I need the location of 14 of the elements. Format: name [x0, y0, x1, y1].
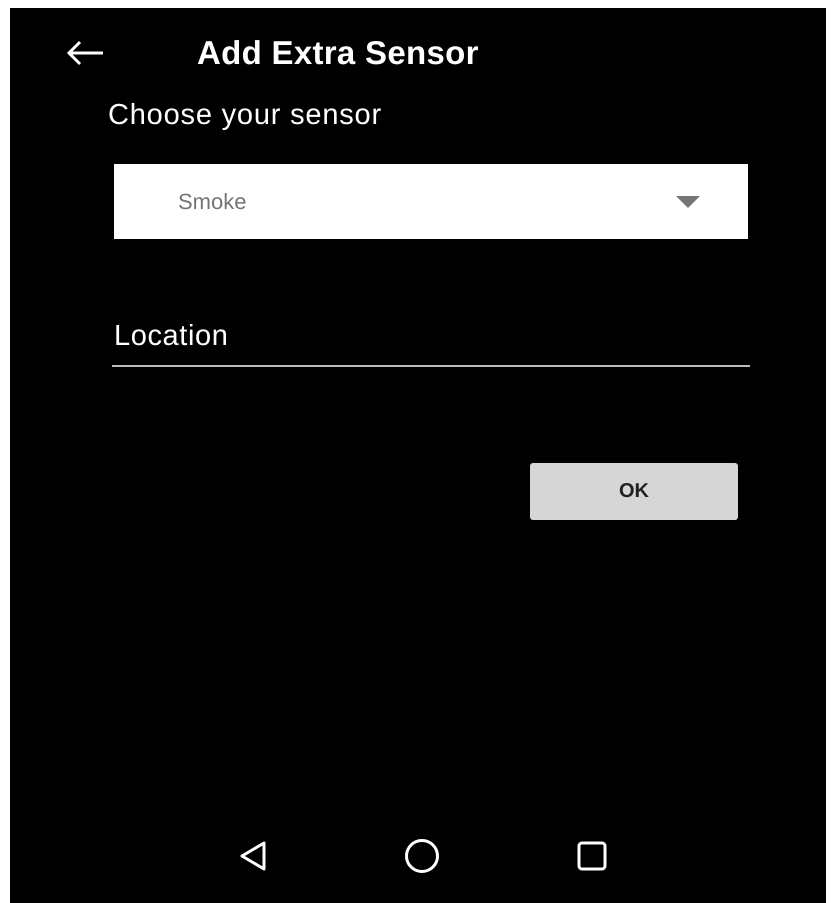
back-button[interactable]: [65, 38, 105, 68]
ok-button[interactable]: OK: [530, 462, 738, 520]
caret-icon: [676, 196, 700, 208]
sensor-dropdown[interactable]: Smoke: [114, 164, 748, 239]
prompt-label: Choose your sensor: [108, 98, 383, 132]
back-icon: [238, 841, 267, 871]
home-button[interactable]: [404, 838, 440, 874]
recents-icon: [577, 841, 608, 871]
screen-title: Add Extra Sensor: [197, 33, 479, 74]
back-arrow-icon: [65, 38, 105, 68]
home-icon: [404, 838, 440, 874]
nav-back-button[interactable]: [238, 841, 267, 871]
recents-button[interactable]: [577, 841, 608, 871]
location-field[interactable]: Location: [112, 311, 750, 366]
